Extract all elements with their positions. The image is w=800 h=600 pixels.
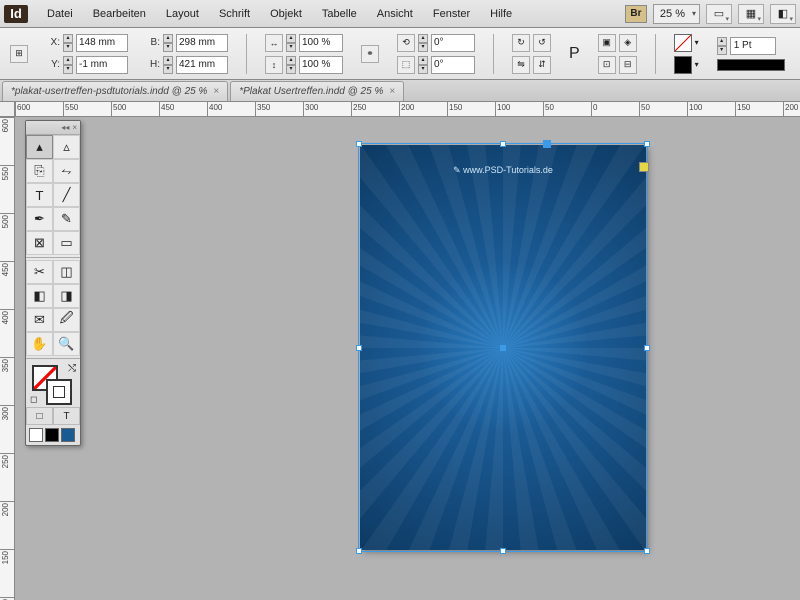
menu-layout[interactable]: Layout [157,4,208,24]
rectangle-tool[interactable]: ▭ [53,231,80,255]
rotate-ccw-icon[interactable]: ↺ [533,34,551,52]
zoom-tool[interactable]: 🔍 [53,332,80,356]
document-page[interactable]: ✎ www.PSD-Tutorials.de [360,145,646,550]
ruler-origin[interactable] [0,102,15,117]
rotate-cw-icon[interactable]: ↻ [512,34,530,52]
fit-content-icon[interactable]: ⊡ [598,56,616,74]
rectangle-frame-tool[interactable]: ⊠ [26,231,53,255]
rotate-field[interactable]: 0° [431,34,475,52]
tab-document-1[interactable]: *plakat-usertreffen-psdtutorials.indd @ … [2,81,228,101]
menu-objekt[interactable]: Objekt [261,4,311,24]
close-icon[interactable]: × [72,123,77,132]
type-tool[interactable]: T [26,183,53,207]
close-icon[interactable]: × [389,86,395,97]
flip-v-icon[interactable]: ⇵ [533,56,551,74]
workspace-button[interactable]: ◧ [770,4,796,24]
canvas-area[interactable]: ✎ www.PSD-Tutorials.de [15,117,800,600]
arrange-button[interactable]: ▦ [738,4,764,24]
menu-schrift[interactable]: Schrift [210,4,259,24]
select-content-icon[interactable]: ◈ [619,34,637,52]
free-transform-tool[interactable]: ◫ [53,260,80,284]
stroke-weight-field[interactable]: 1 Pt [730,37,776,55]
apply-color[interactable] [45,428,59,442]
document-tabs: *plakat-usertreffen-psdtutorials.indd @ … [0,80,800,102]
note-tool[interactable]: ✉ [26,308,53,332]
eyedropper-tool[interactable]: 🖉 [53,308,80,332]
swap-fill-stroke-icon[interactable]: ⤭ [68,363,76,374]
scale-y-field[interactable]: 100 % [299,56,343,74]
horizontal-ruler[interactable]: 6005505004504003503002502001501005005010… [15,102,800,117]
selection-tool[interactable]: ▴ [26,135,53,159]
shear-icon: ⬚ [397,56,415,74]
pencil-tool[interactable]: ✎ [53,207,80,231]
gradient-swatch-tool[interactable]: ◧ [26,284,53,308]
fill-swatch[interactable] [674,34,692,52]
x-field[interactable]: 148 mm [76,34,128,52]
zoom-level-select[interactable]: 25 % [653,4,700,24]
hand-tool[interactable]: ✋ [26,332,53,356]
apply-none[interactable] [29,428,43,442]
menu-datei[interactable]: Datei [38,4,82,24]
gap-tool[interactable]: ⥊ [53,159,80,183]
pen-tool[interactable]: ✒ [26,207,53,231]
page-tool[interactable]: ⎘ [26,159,53,183]
direct-selection-tool[interactable]: ▵ [53,135,80,159]
control-bar: ⊞ X:▴▾148 mm Y:▴▾-1 mm B:▴▾298 mm H:▴▾42… [0,28,800,80]
menu-hilfe[interactable]: Hilfe [481,4,521,24]
fill-stroke-control[interactable]: ⤭ ◻ [28,363,78,405]
panel-header[interactable]: ◂◂× [26,121,80,135]
menu-ansicht[interactable]: Ansicht [368,4,422,24]
shear-field[interactable]: 0° [431,56,475,74]
scale-y-icon: ↕ [265,56,283,74]
apply-gradient[interactable] [61,428,75,442]
page-url-text: ✎ www.PSD-Tutorials.de [360,165,646,176]
reference-point-icon[interactable]: ⊞ [10,45,28,63]
vertical-ruler[interactable]: 60055050045040035030025020015010050050 [0,117,15,600]
y-field[interactable]: -1 mm [76,56,128,74]
flip-h-icon[interactable]: ⇋ [512,56,530,74]
default-fill-stroke-icon[interactable]: ◻ [30,394,37,405]
scale-x-icon: ↔ [265,34,283,52]
width-field[interactable]: 298 mm [176,34,228,52]
constrain-icon[interactable]: ⚭ [361,45,379,63]
menu-bearbeiten[interactable]: Bearbeiten [84,4,155,24]
formatting-text-mode[interactable]: T [53,407,80,425]
line-tool[interactable]: ╱ [53,183,80,207]
fit-frame-icon[interactable]: ⊟ [619,56,637,74]
formatting-container-mode[interactable]: □ [26,407,53,425]
collapse-icon[interactable]: ◂◂ [61,123,69,132]
scale-x-field[interactable]: 100 % [299,34,343,52]
stroke-style-select[interactable] [717,59,785,71]
paragraph-icon: P [569,45,580,63]
bridge-button[interactable]: Br [625,5,647,23]
close-icon[interactable]: × [213,86,219,97]
menu-fenster[interactable]: Fenster [424,4,479,24]
stroke-color[interactable] [46,379,72,405]
gradient-feather-tool[interactable]: ◨ [53,284,80,308]
tab-document-2[interactable]: *Plakat Usertreffen.indd @ 25 %× [230,81,404,101]
rotate-icon: ⟲ [397,34,415,52]
screen-mode-button[interactable]: ▭ [706,4,732,24]
stroke-swatch[interactable] [674,56,692,74]
height-field[interactable]: 421 mm [176,56,228,74]
select-container-icon[interactable]: ▣ [598,34,616,52]
menu-tabelle[interactable]: Tabelle [313,4,366,24]
tools-panel[interactable]: ◂◂× ▴ ▵ ⎘ ⥊ T ╱ ✒ ✎ ⊠ ▭ ✂ ◫ ◧ ◨ ✉ 🖉 ✋ 🔍 … [25,120,81,446]
menu-bar: Id Datei Bearbeiten Layout Schrift Objek… [0,0,800,28]
scissors-tool[interactable]: ✂ [26,260,53,284]
app-logo: Id [4,5,28,23]
